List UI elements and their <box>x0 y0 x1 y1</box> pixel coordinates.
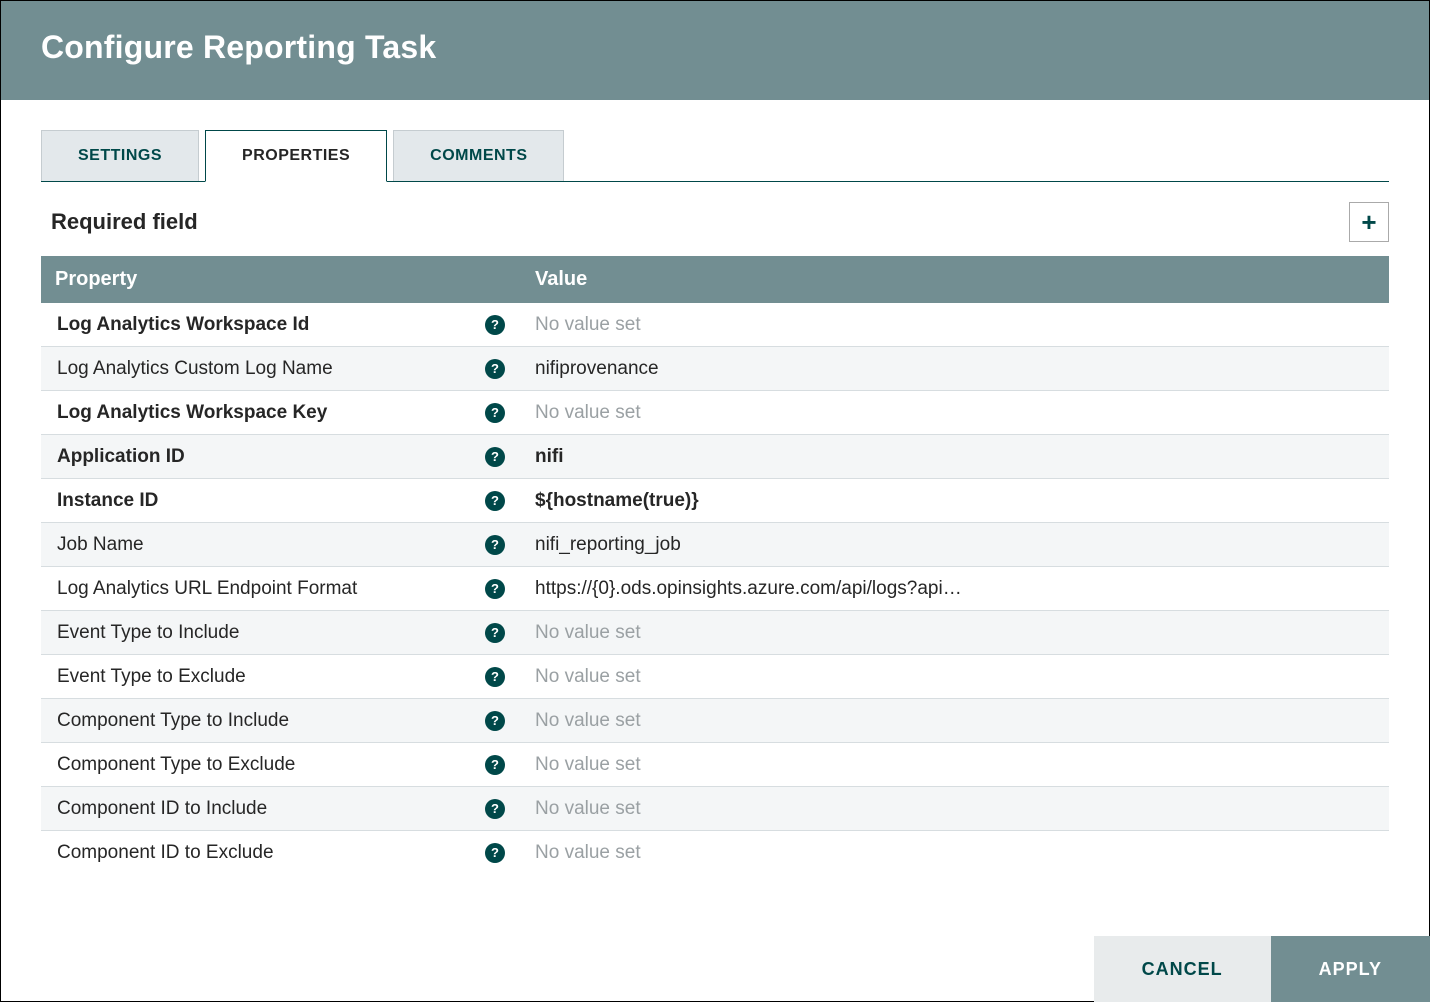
cancel-button[interactable]: CANCEL <box>1094 936 1271 1002</box>
table-row: Log Analytics Workspace Id?No value set <box>41 303 1389 347</box>
value-cell[interactable]: No value set <box>521 798 1041 820</box>
help-icon[interactable]: ? <box>485 447 505 467</box>
table-row: Log Analytics URL Endpoint Format?https:… <box>41 567 1389 611</box>
value-cell[interactable]: No value set <box>521 622 1041 644</box>
value-cell[interactable]: No value set <box>521 314 1041 336</box>
property-name: Component ID to Exclude <box>57 842 485 864</box>
plus-icon: + <box>1361 207 1376 238</box>
help-icon[interactable]: ? <box>485 755 505 775</box>
property-name: Instance ID <box>57 490 485 512</box>
property-cell: Component ID to Include? <box>41 798 521 820</box>
table-row: Event Type to Include?No value set <box>41 611 1389 655</box>
property-name: Log Analytics Workspace Key <box>57 402 485 424</box>
tab-properties[interactable]: PROPERTIES <box>205 130 387 182</box>
help-icon[interactable]: ? <box>485 843 505 863</box>
table-rows: Log Analytics Workspace Id?No value setL… <box>41 303 1389 868</box>
property-cell: Log Analytics URL Endpoint Format? <box>41 578 521 600</box>
property-cell: Log Analytics Workspace Id? <box>41 314 521 336</box>
tab-settings[interactable]: SETTINGS <box>41 130 199 181</box>
help-icon[interactable]: ? <box>485 535 505 555</box>
property-name: Event Type to Exclude <box>57 666 485 688</box>
table-row: Event Type to Exclude?No value set <box>41 655 1389 699</box>
help-icon[interactable]: ? <box>485 315 505 335</box>
property-cell: Log Analytics Custom Log Name? <box>41 358 521 380</box>
help-icon[interactable]: ? <box>485 579 505 599</box>
property-name: Log Analytics Workspace Id <box>57 314 485 336</box>
table-row: Component ID to Exclude?No value set <box>41 831 1389 868</box>
property-cell: Application ID? <box>41 446 521 468</box>
table-row: Component Type to Include?No value set <box>41 699 1389 743</box>
value-cell[interactable]: nifi <box>521 446 1041 468</box>
value-cell[interactable]: No value set <box>521 666 1041 688</box>
dialog-footer: CANCEL APPLY <box>1094 936 1430 1002</box>
table-header-row: Property Value <box>41 256 1389 303</box>
value-cell[interactable]: No value set <box>521 754 1041 776</box>
help-icon[interactable]: ? <box>485 491 505 511</box>
properties-table: Property Value Log Analytics Workspace I… <box>41 256 1389 868</box>
property-name: Event Type to Include <box>57 622 485 644</box>
property-name: Log Analytics URL Endpoint Format <box>57 578 485 600</box>
property-name: Application ID <box>57 446 485 468</box>
add-property-button[interactable]: + <box>1349 202 1389 242</box>
property-cell: Log Analytics Workspace Key? <box>41 402 521 424</box>
property-cell: Component Type to Exclude? <box>41 754 521 776</box>
property-name: Component Type to Include <box>57 710 485 732</box>
help-icon[interactable]: ? <box>485 799 505 819</box>
property-name: Component Type to Exclude <box>57 754 485 776</box>
help-icon[interactable]: ? <box>485 623 505 643</box>
table-row: Component Type to Exclude?No value set <box>41 743 1389 787</box>
tab-bar: SETTINGS PROPERTIES COMMENTS <box>41 130 1389 182</box>
table-row: Job Name?nifi_reporting_job <box>41 523 1389 567</box>
value-cell[interactable]: nifi_reporting_job <box>521 534 1041 556</box>
value-cell[interactable]: ${hostname(true)} <box>521 490 1041 512</box>
value-cell[interactable]: https://{0}.ods.opinsights.azure.com/api… <box>521 578 1041 600</box>
table-row: Component ID to Include?No value set <box>41 787 1389 831</box>
column-header-value: Value <box>521 256 1389 303</box>
required-field-label: Required field <box>41 209 198 235</box>
property-cell: Instance ID? <box>41 490 521 512</box>
property-cell: Event Type to Exclude? <box>41 666 521 688</box>
property-name: Job Name <box>57 534 485 556</box>
value-cell[interactable]: nifiprovenance <box>521 358 1041 380</box>
value-cell[interactable]: No value set <box>521 710 1041 732</box>
property-cell: Component ID to Exclude? <box>41 842 521 864</box>
table-row: Log Analytics Workspace Key?No value set <box>41 391 1389 435</box>
help-icon[interactable]: ? <box>485 403 505 423</box>
help-icon[interactable]: ? <box>485 359 505 379</box>
property-cell: Event Type to Include? <box>41 622 521 644</box>
property-name: Log Analytics Custom Log Name <box>57 358 485 380</box>
dialog-title: Configure Reporting Task <box>41 29 1389 66</box>
column-header-property: Property <box>41 256 521 303</box>
help-icon[interactable]: ? <box>485 711 505 731</box>
tab-comments[interactable]: COMMENTS <box>393 130 564 181</box>
dialog-header: Configure Reporting Task <box>1 1 1429 100</box>
properties-subheader: Required field + <box>41 182 1389 256</box>
property-cell: Job Name? <box>41 534 521 556</box>
table-row: Log Analytics Custom Log Name?nifiproven… <box>41 347 1389 391</box>
table-row: Application ID?nifi <box>41 435 1389 479</box>
apply-button[interactable]: APPLY <box>1271 936 1430 1002</box>
property-cell: Component Type to Include? <box>41 710 521 732</box>
property-name: Component ID to Include <box>57 798 485 820</box>
value-cell[interactable]: No value set <box>521 842 1041 864</box>
dialog-body: SETTINGS PROPERTIES COMMENTS Required fi… <box>1 100 1429 868</box>
value-cell[interactable]: No value set <box>521 402 1041 424</box>
table-row: Instance ID?${hostname(true)} <box>41 479 1389 523</box>
help-icon[interactable]: ? <box>485 667 505 687</box>
